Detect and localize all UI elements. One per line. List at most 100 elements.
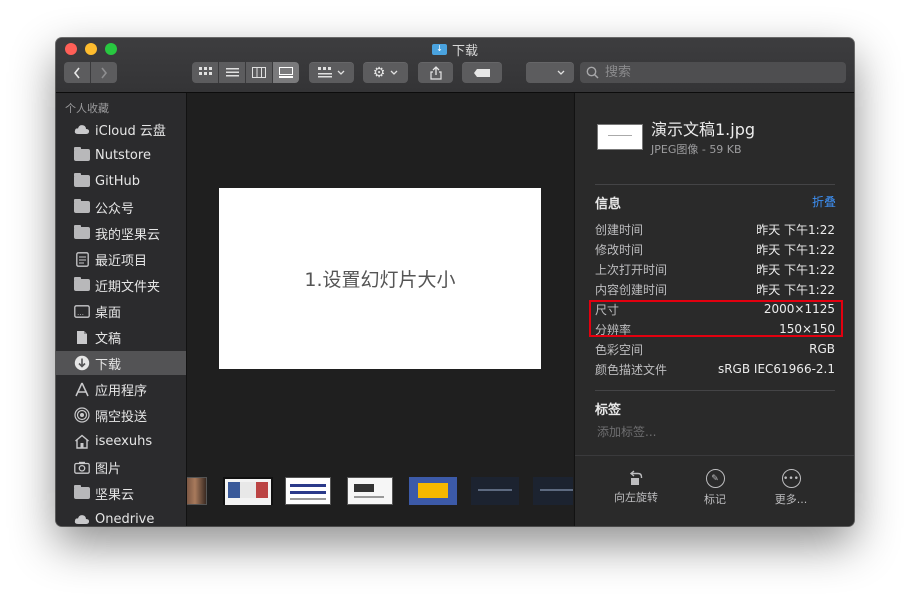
home-icon [74,433,90,449]
download-folder-icon [431,43,447,55]
sidebar-item-desktop[interactable]: … 桌面 [56,299,186,323]
sidebar-item-pictures[interactable]: 图片 [56,455,186,479]
thumbnail[interactable] [409,477,457,505]
add-tag-field[interactable]: 添加标签... [597,423,656,440]
info-key: 内容创建时间 [595,282,668,297]
folder-icon [74,277,90,291]
thumbnail[interactable] [187,477,207,505]
chevron-left-icon [73,67,80,78]
info-key: 上次打开时间 [595,262,668,277]
sidebar-item-home[interactable]: iseexuhs [56,429,186,453]
folder-icon [74,147,90,161]
info-key: 颜色描述文件 [595,362,668,377]
airdrop-icon [74,407,90,423]
group-by-button[interactable] [309,62,354,83]
file-meta: JPEG图像 - 59 KB [651,143,742,156]
info-value: 昨天 下午1:22 [756,242,835,257]
info-row-content-created: 内容创建时间 昨天 下午1:22 [595,279,835,299]
info-value: 昨天 下午1:22 [756,262,835,277]
fold-link[interactable]: 折叠 [812,193,836,210]
thumbnail[interactable] [533,477,573,505]
markup-action[interactable]: ✎ 标记 [680,469,750,507]
gallery-view-button[interactable] [273,62,299,83]
info-row-created: 创建时间 昨天 下午1:22 [595,219,835,239]
sidebar-item-gongzhonghao[interactable]: 公众号 [56,195,186,219]
filmstrip [187,473,573,505]
sidebar-item-icloud[interactable]: iCloud 云盘 [56,117,186,141]
info-row-color-profile: 颜色描述文件 sRGB IEC61966-2.1 [595,359,835,379]
info-key: 修改时间 [595,242,644,257]
column-view-button[interactable] [246,62,273,83]
gear-icon: ⚙ [372,64,386,81]
toolbar: 下载 [56,38,854,93]
share-button[interactable] [418,62,453,83]
file-thumbnail [597,124,643,150]
more-action[interactable]: ••• 更多... [756,469,826,507]
info-row-modified: 修改时间 昨天 下午1:22 [595,239,835,259]
slide-title-text: 1.设置幻灯片大小 [304,269,456,291]
sidebar-item-jianguoyun[interactable]: 坚果云 [56,481,186,505]
search-input[interactable] [603,64,827,81]
chevron-down-icon [557,70,565,75]
file-name: 演示文稿1.jpg [651,120,756,139]
sidebar-item-nutstore[interactable]: Nutstore [56,143,186,167]
action-label: 向左旋转 [614,491,658,504]
more-icon: ••• [781,469,801,488]
folder-icon [74,199,90,213]
share-icon [429,65,442,80]
icon-view-button[interactable] [192,62,219,83]
divider [595,390,835,391]
slide-preview-image[interactable]: 1.设置幻灯片大小 [219,188,541,369]
sidebar-item-onedrive[interactable]: Onedrive [56,507,186,526]
recents-icon [74,251,90,267]
gallery-preview: 1.设置幻灯片大小 [187,93,573,526]
sidebar-item-label: 最近项目 [95,253,148,269]
sidebar-item-github[interactable]: GitHub [56,169,186,193]
folder-icon [74,173,90,187]
sidebar: 个人收藏 iCloud 云盘 Nutstore GitHub 公众号 我的坚果云… [56,93,187,526]
info-value: sRGB IEC61966-2.1 [717,362,835,376]
sidebar-item-label: 我的坚果云 [95,227,161,243]
sidebar-item-label: 隔空投送 [95,409,148,425]
nav-buttons [64,62,117,83]
list-view-button[interactable] [219,62,246,83]
highlight-box [589,300,843,337]
window-title: 下载 [56,40,854,59]
folder-icon [74,225,90,239]
thumbnail[interactable] [347,477,393,505]
action-menu-button[interactable]: ⚙ [363,62,408,83]
thumbnail[interactable] [285,477,331,505]
tag-icon [474,68,490,77]
sidebar-item-documents[interactable]: 文稿 [56,325,186,349]
info-value: 昨天 下午1:22 [756,222,835,237]
applications-icon [74,381,90,397]
markup-icon: ✎ [705,469,725,488]
path-dropdown-button[interactable] [526,62,574,83]
sidebar-item-label: 近期文件夹 [95,279,161,295]
sidebar-item-my-jianguoyun[interactable]: 我的坚果云 [56,221,186,245]
rotate-left-action[interactable]: 向左旋转 [601,469,671,505]
sidebar-item-recent-folders[interactable]: 近期文件夹 [56,273,186,297]
sidebar-item-recents[interactable]: 最近项目 [56,247,186,271]
sidebar-item-label: Onedrive [95,511,155,527]
thumbnail[interactable] [223,477,273,505]
forward-button[interactable] [91,62,117,83]
list-icon [225,68,239,77]
back-button[interactable] [64,62,91,83]
sidebar-item-label: 公众号 [95,201,135,217]
chevron-down-icon [337,70,345,75]
thumbnail[interactable] [471,477,519,505]
action-label: 更多... [774,493,808,506]
search-icon [586,66,599,79]
sidebar-item-airdrop[interactable]: 隔空投送 [56,403,186,427]
sidebar-item-downloads[interactable]: 下载 [56,351,186,375]
tags-button[interactable] [462,62,502,83]
info-panel: 演示文稿1.jpg JPEG图像 - 59 KB 信息 折叠 创建时间 昨天 下… [574,93,854,526]
chevron-right-icon [101,67,108,78]
sidebar-item-applications[interactable]: 应用程序 [56,377,186,401]
sidebar-item-label: 图片 [95,461,122,477]
favorites-header: 个人收藏 [65,102,109,115]
gallery-icon [279,67,293,78]
folder-icon [74,485,90,499]
search-field[interactable] [580,62,846,83]
